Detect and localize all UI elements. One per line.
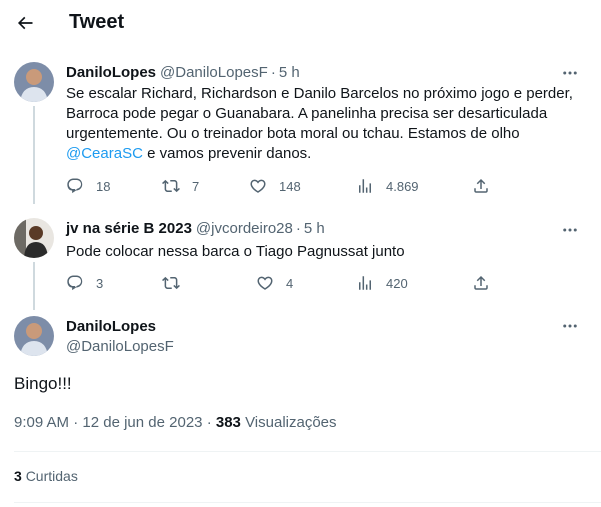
author-handle[interactable]: @jvcordeiro28 xyxy=(196,220,293,237)
author-handle[interactable]: @DaniloLopesF xyxy=(160,64,268,81)
separator-dot: · xyxy=(295,220,301,237)
views-label: Visualizações xyxy=(245,414,337,431)
share-icon xyxy=(474,275,488,290)
views-icon xyxy=(359,179,371,193)
share-button[interactable] xyxy=(472,273,490,293)
tweet-meta: 9:09 AM · 12 de jun de 2023 · 383 Visual… xyxy=(14,414,337,431)
views-icon xyxy=(359,276,371,290)
reply-button[interactable]: 18 xyxy=(66,176,110,196)
views-total: 383 xyxy=(215,414,241,431)
more-icon xyxy=(563,71,577,75)
back-arrow-icon xyxy=(17,16,33,30)
more-button[interactable] xyxy=(560,316,580,336)
views-button[interactable]: 420 xyxy=(356,273,408,293)
reply-button[interactable]: 3 xyxy=(66,273,103,293)
retweet-count: 7 xyxy=(192,178,200,194)
reply-icon xyxy=(67,275,83,291)
like-icon xyxy=(250,179,266,193)
author-name[interactable]: DaniloLopes xyxy=(66,64,156,81)
tweet-text: Se escalar Richard, Richardson e Danilo … xyxy=(66,84,586,164)
author-name[interactable]: jv na série B 2023 xyxy=(66,220,192,237)
share-button[interactable] xyxy=(472,176,490,196)
mention-link[interactable]: @CearaSC xyxy=(66,145,143,162)
views-count: 4.869 xyxy=(386,178,419,194)
like-button[interactable]: 148 xyxy=(249,176,301,196)
reply-count: 3 xyxy=(96,275,104,291)
likes-summary[interactable]: 3 Curtidas xyxy=(14,468,78,484)
retweet-icon xyxy=(162,179,180,193)
tweet-text-part: Se escalar Richard, Richardson e Danilo … xyxy=(66,85,573,142)
reply-icon xyxy=(67,178,83,194)
retweet-icon xyxy=(162,276,180,290)
separator-dot: · xyxy=(270,64,276,81)
author-name[interactable]: DaniloLopes xyxy=(66,318,156,335)
more-icon xyxy=(563,324,577,328)
share-icon xyxy=(474,178,488,193)
author-handle[interactable]: @DaniloLopesF xyxy=(66,338,174,355)
views-count: 420 xyxy=(386,275,408,291)
header: Tweet xyxy=(0,0,601,50)
avatar[interactable] xyxy=(14,218,54,258)
more-icon xyxy=(563,228,577,232)
more-button[interactable] xyxy=(560,220,580,240)
tweet-date[interactable]: 12 de jun de 2023 xyxy=(82,414,202,431)
like-icon xyxy=(257,276,273,290)
retweet-button[interactable] xyxy=(162,273,192,293)
tweet-text-part: e vamos prevenir danos. xyxy=(142,145,312,162)
views-button[interactable]: 4.869 xyxy=(356,176,419,196)
page-title: Tweet xyxy=(69,11,125,33)
thread-line xyxy=(33,106,35,204)
tweet-text: Pode colocar nessa barca o Tiago Pagnuss… xyxy=(66,243,405,260)
reply-count: 18 xyxy=(96,178,111,194)
divider xyxy=(14,451,601,452)
separator-dot: · xyxy=(73,414,83,431)
like-button[interactable]: 4 xyxy=(256,273,293,293)
avatar[interactable] xyxy=(14,62,54,102)
divider xyxy=(14,502,601,503)
like-count: 148 xyxy=(279,178,301,194)
avatar[interactable] xyxy=(14,316,54,356)
retweet-button[interactable]: 7 xyxy=(162,176,199,196)
separator-dot: · xyxy=(206,414,216,431)
tweet-header: jv na série B 2023 @jvcordeiro28 · 5 h xyxy=(66,220,325,237)
like-count: 4 xyxy=(286,275,294,291)
thread-line xyxy=(33,262,35,310)
tweet-time[interactable]: 5 h xyxy=(279,64,300,81)
tweet-timestamp[interactable]: 9:09 AM xyxy=(14,414,69,431)
tweet-header: DaniloLopes @DaniloLopesF · 5 h xyxy=(66,64,300,81)
more-button[interactable] xyxy=(560,63,580,83)
likes-total: 3 xyxy=(14,468,22,484)
main-tweet-text: Bingo!!! xyxy=(14,374,72,393)
tweet-time[interactable]: 5 h xyxy=(304,220,325,237)
likes-label: Curtidas xyxy=(25,468,78,484)
back-button[interactable] xyxy=(10,8,40,38)
